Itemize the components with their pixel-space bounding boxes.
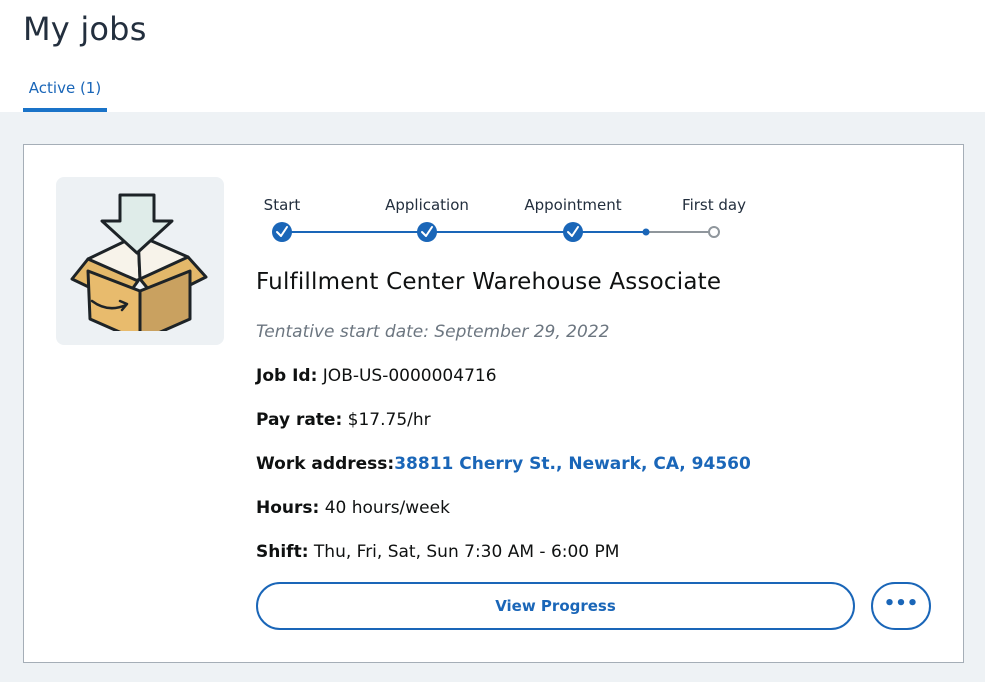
hours-label: Hours: (256, 498, 320, 518)
step-start-check-icon (272, 222, 292, 242)
work-address-link[interactable]: 38811 Cherry St., Newark, CA, 94560 (394, 454, 751, 474)
page-title: My jobs (23, 10, 147, 48)
pay-rate-row: Pay rate: $17.75/hr (256, 410, 431, 430)
step-label-start: Start (263, 196, 301, 214)
job-id-row: Job Id: JOB-US-0000004716 (256, 366, 497, 386)
page-header: My jobs Active (1) (0, 0, 985, 112)
view-progress-button[interactable]: View Progress (256, 582, 855, 630)
start-date: Tentative start date: September 29, 2022 (256, 322, 610, 342)
progress-current-dot (642, 228, 650, 236)
box-download-icon (70, 193, 208, 331)
more-options-button[interactable]: ••• (871, 582, 931, 630)
tab-active[interactable]: Active (1) (23, 72, 107, 112)
job-thumbnail (56, 177, 224, 345)
shift-label: Shift: (256, 542, 309, 562)
step-label-application: Application (385, 196, 469, 214)
shift-row: Shift: Thu, Fri, Sat, Sun 7:30 AM - 6:00… (256, 542, 619, 562)
hours-value: 40 hours/week (324, 498, 450, 518)
hours-row: Hours: 40 hours/week (256, 498, 450, 518)
step-first-day-circle-icon (708, 226, 720, 238)
work-address-label: Work address: (256, 454, 395, 474)
job-id-value: JOB-US-0000004716 (322, 366, 497, 386)
job-title: Fulfillment Center Warehouse Associate (256, 269, 722, 295)
job-id-label: Job Id: (256, 366, 318, 386)
ellipsis-icon: ••• (883, 593, 919, 614)
work-address-row: Work address:38811 Cherry St., Newark, C… (256, 454, 751, 474)
job-card: Start Application Appointment First day … (23, 144, 964, 663)
step-application-check-icon (417, 222, 437, 242)
progress-tracker (272, 222, 720, 242)
pay-rate-label: Pay rate: (256, 410, 343, 430)
step-appointment-check-icon (563, 222, 583, 242)
step-label-appointment: Appointment (524, 196, 622, 214)
pay-rate-value: $17.75/hr (347, 410, 431, 430)
step-label-first-day: First day (682, 196, 746, 214)
shift-value: Thu, Fri, Sat, Sun 7:30 AM - 6:00 PM (313, 542, 620, 562)
